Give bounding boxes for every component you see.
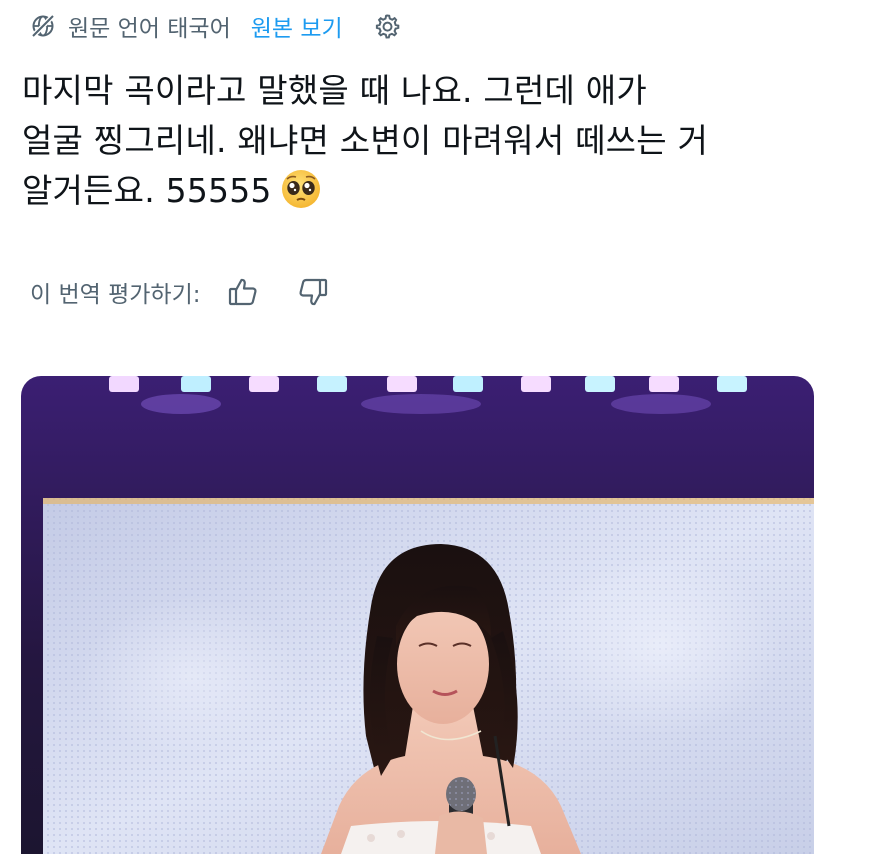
tweet-line: 얼굴 찡그리네. 왜냐면 소변이 마려워서 떼쓰는 거: [22, 121, 709, 160]
tweet-line-last: 알거든요. 55555: [22, 166, 852, 216]
rate-translation-bar: 이 번역 평가하기:: [30, 272, 363, 312]
globe-slash-icon: [30, 11, 60, 41]
rate-translation-label: 이 번역 평가하기:: [30, 282, 201, 308]
tweet-text: 마지막 곡이라고 말했을 때 나요. 그런데 애가 얼굴 찡그리네. 왜냐면 소…: [22, 66, 852, 216]
source-language-label: 원문 언어 태국어: [68, 16, 231, 42]
tweet-line-text: 알거든요. 55555: [22, 171, 272, 210]
tweet-photo[interactable]: [21, 376, 814, 854]
pleading-face-emoji: [280, 168, 322, 210]
tweet-line: 마지막 곡이라고 말했을 때 나요. 그런데 애가: [22, 71, 647, 110]
show-original-link[interactable]: 원본 보기: [251, 9, 343, 43]
thumbs-up-icon[interactable]: [223, 272, 263, 312]
gear-icon[interactable]: [373, 11, 403, 41]
translation-bar: 원문 언어 태국어 원본 보기: [30, 8, 403, 44]
thumbs-down-icon[interactable]: [293, 272, 333, 312]
